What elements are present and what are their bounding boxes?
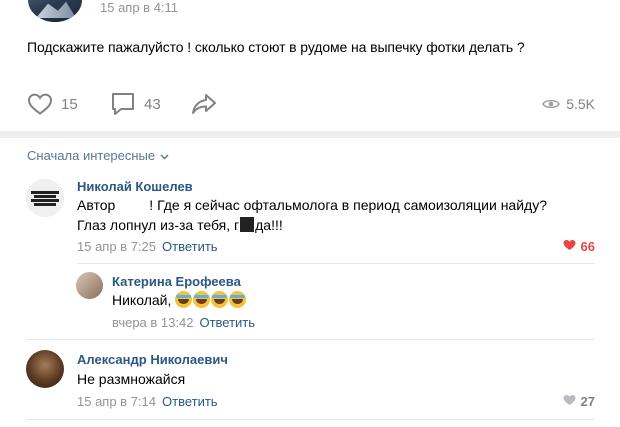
- post-text: Подскажите пажалуйсто ! сколько стоют в …: [27, 39, 525, 55]
- post-author-avatar[interactable]: [28, 0, 82, 22]
- reply-text: Николай,: [112, 291, 247, 310]
- comments-card: Сначала интересные Николай Кошелев Автор…: [0, 138, 620, 427]
- comment-author-avatar[interactable]: [26, 179, 64, 217]
- comment-text: Не размножайся: [77, 371, 186, 387]
- reply-text-part: Николай,: [112, 292, 172, 308]
- divider: [26, 419, 595, 420]
- heart-icon: [563, 394, 576, 409]
- post-actions: 15 43 5.5K: [0, 90, 620, 118]
- heart-icon: [563, 239, 576, 254]
- comment-text-part: ! Где я сейчас офтальмолога в период сам…: [149, 197, 547, 213]
- like-button[interactable]: 15: [27, 90, 78, 118]
- comment-meta: 15 апр в 7:25 Ответить: [77, 239, 218, 254]
- reply-author-name[interactable]: Катерина Ерофеева: [112, 274, 241, 289]
- divider: [77, 263, 595, 264]
- comment-author-avatar[interactable]: [26, 350, 64, 388]
- comment-like-count: 27: [580, 394, 595, 409]
- comment-text-part: да!!!: [255, 217, 283, 233]
- tears-of-joy-emoji-icon: [229, 291, 247, 308]
- comment-date[interactable]: 15 апр в 7:14: [77, 394, 156, 409]
- comment-author-name[interactable]: Александр Николаевич: [77, 352, 228, 367]
- views-count: 5.5K: [566, 96, 595, 112]
- share-icon: [190, 92, 218, 116]
- reply-author-avatar[interactable]: [76, 272, 103, 299]
- heart-icon: [27, 92, 53, 116]
- share-button[interactable]: [190, 90, 218, 118]
- like-count: 15: [61, 95, 78, 113]
- chevron-down-icon: [160, 148, 169, 163]
- comment-like-count: 66: [580, 239, 595, 254]
- avatar-text-line: [34, 202, 56, 206]
- comment-text-line2: Глаз лопнул из-за тебя, г да!!!: [77, 216, 283, 235]
- comment-like-button[interactable]: 27: [563, 394, 595, 409]
- comments-sort-dropdown[interactable]: Сначала интересные: [27, 148, 169, 163]
- tears-of-joy-emoji-icon: [193, 291, 211, 308]
- post-card: 15 апр в 4:11 Подскажите пажалуйсто ! ск…: [0, 0, 620, 131]
- eye-icon: [542, 97, 561, 111]
- comment-button[interactable]: 43: [110, 90, 161, 118]
- avatar-text-line: [34, 194, 56, 198]
- sort-label: Сначала интересные: [27, 148, 156, 163]
- divider: [26, 339, 595, 340]
- avatar-text-line: [31, 198, 59, 202]
- post-date[interactable]: 15 апр в 4:11: [100, 0, 178, 15]
- comment-author-name[interactable]: Николай Кошелев: [77, 179, 193, 194]
- comment-meta: 15 апр в 7:14 Ответить: [77, 394, 218, 409]
- tears-of-joy-emoji-icon: [175, 291, 193, 308]
- views-counter: 5.5K: [542, 90, 595, 118]
- comment-text-part: Автор: [77, 197, 116, 213]
- comment-like-button[interactable]: 66: [563, 239, 595, 254]
- censor-block: [240, 217, 255, 232]
- reply-button[interactable]: Ответить: [199, 315, 255, 330]
- comment-date[interactable]: 15 апр в 7:25: [77, 239, 156, 254]
- reply-button[interactable]: Ответить: [162, 239, 218, 254]
- avatar-text-line: [31, 190, 59, 194]
- comment-count: 43: [144, 95, 161, 113]
- reply-date[interactable]: вчера в 13:42: [112, 315, 193, 330]
- comment-text-part: Глаз лопнул из-за тебя, г: [77, 217, 240, 233]
- avatar-image: [26, 179, 64, 217]
- reply-meta: вчера в 13:42 Ответить: [112, 315, 255, 330]
- reply-button[interactable]: Ответить: [162, 394, 218, 409]
- tears-of-joy-emoji-icon: [211, 291, 229, 308]
- comment-icon: [110, 91, 136, 117]
- comment-text: Автор ! Где я сейчас офтальмолога в перио…: [77, 196, 547, 215]
